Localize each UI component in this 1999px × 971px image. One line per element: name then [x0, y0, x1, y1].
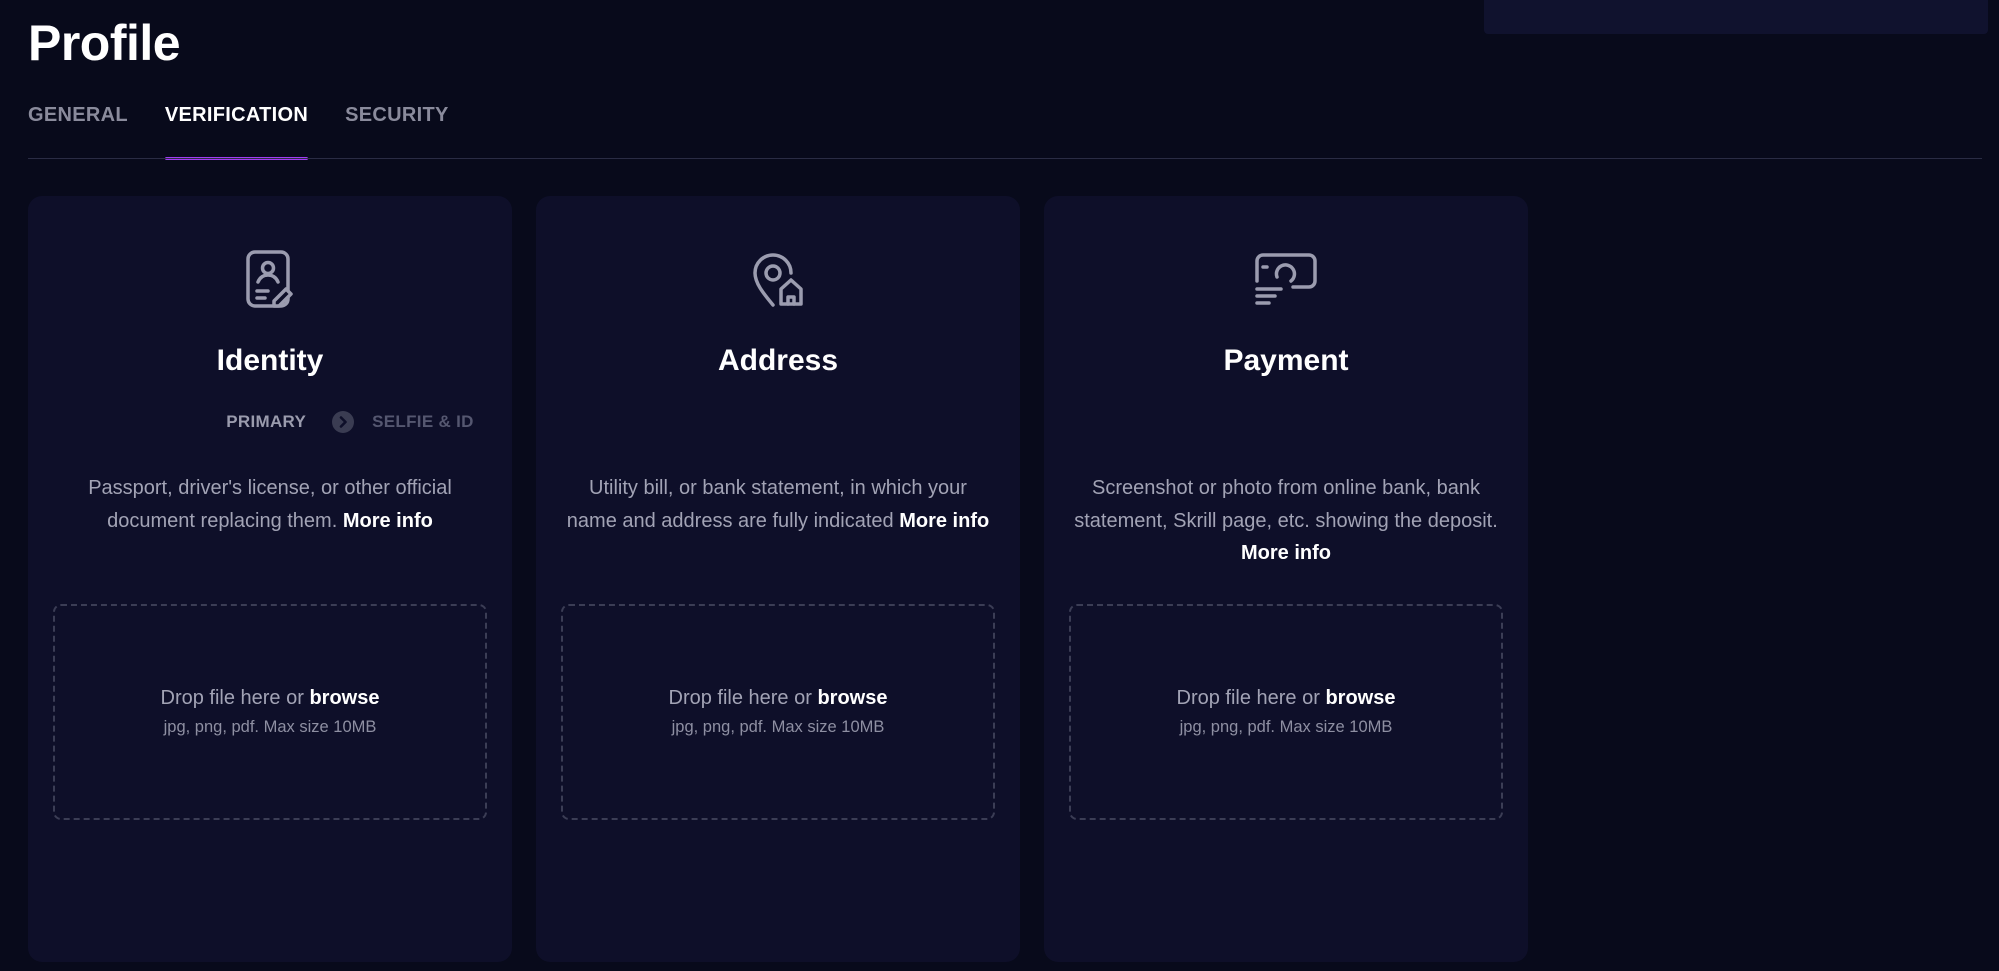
description-text: Screenshot or photo from online bank, ba… [1074, 477, 1498, 532]
dropzone-hint: jpg, png, pdf. Max size 10MB [163, 718, 377, 736]
dropzone-text: Drop file here or [160, 687, 304, 709]
card-title: Payment [1223, 344, 1349, 377]
verification-steps: PRIMARY SELFIE & ID [28, 411, 512, 433]
file-dropzone[interactable]: Drop file here or browse jpg, png, pdf. … [561, 604, 995, 820]
profile-tabs: GENERAL VERIFICATION SECURITY [28, 104, 486, 160]
tabs-divider [28, 158, 1982, 159]
more-info-link[interactable]: More info [343, 510, 433, 532]
card-description: Passport, driver's license, or other off… [58, 472, 482, 537]
step-selfie-id: SELFIE & ID [372, 412, 474, 431]
page-title: Profile [28, 15, 181, 71]
payment-card-icon [1251, 244, 1321, 314]
card-title: Address [717, 344, 839, 377]
card-title: Identity [216, 344, 324, 377]
payment-card: Payment Screenshot or photo from online … [1044, 196, 1528, 962]
dropzone-hint: jpg, png, pdf. Max size 10MB [671, 718, 885, 736]
dropzone-hint: jpg, png, pdf. Max size 10MB [1179, 718, 1393, 736]
more-info-link[interactable]: More info [1241, 542, 1331, 564]
location-home-icon [743, 244, 813, 314]
dropzone-label: Drop file here or browse [1177, 687, 1396, 710]
card-description: Screenshot or photo from online bank, ba… [1074, 472, 1498, 570]
step-primary: PRIMARY [226, 412, 307, 431]
address-card: Address Utility bill, or bank statement,… [536, 196, 1020, 962]
chevron-right-icon [332, 411, 355, 433]
browse-link[interactable]: browse [1325, 687, 1395, 709]
dropzone-text: Drop file here or [668, 687, 812, 709]
more-info-link[interactable]: More info [899, 510, 989, 532]
file-dropzone[interactable]: Drop file here or browse jpg, png, pdf. … [53, 604, 487, 820]
top-panel [1484, 0, 1988, 34]
tab-verification[interactable]: VERIFICATION [164, 104, 309, 160]
browse-link[interactable]: browse [309, 687, 379, 709]
dropzone-text: Drop file here or [1176, 687, 1320, 709]
browse-link[interactable]: browse [817, 687, 887, 709]
profile-page: Profile GENERAL VERIFICATION SECURITY Id… [0, 0, 1999, 971]
dropzone-label: Drop file here or browse [161, 687, 380, 710]
tab-general[interactable]: GENERAL [28, 104, 128, 160]
id-document-icon [235, 244, 305, 314]
identity-card: Identity PRIMARY SELFIE & ID Passport, d… [28, 196, 512, 962]
file-dropzone[interactable]: Drop file here or browse jpg, png, pdf. … [1069, 604, 1503, 820]
tab-security[interactable]: SECURITY [345, 104, 449, 160]
dropzone-label: Drop file here or browse [669, 687, 888, 710]
card-description: Utility bill, or bank statement, in whic… [566, 472, 990, 537]
